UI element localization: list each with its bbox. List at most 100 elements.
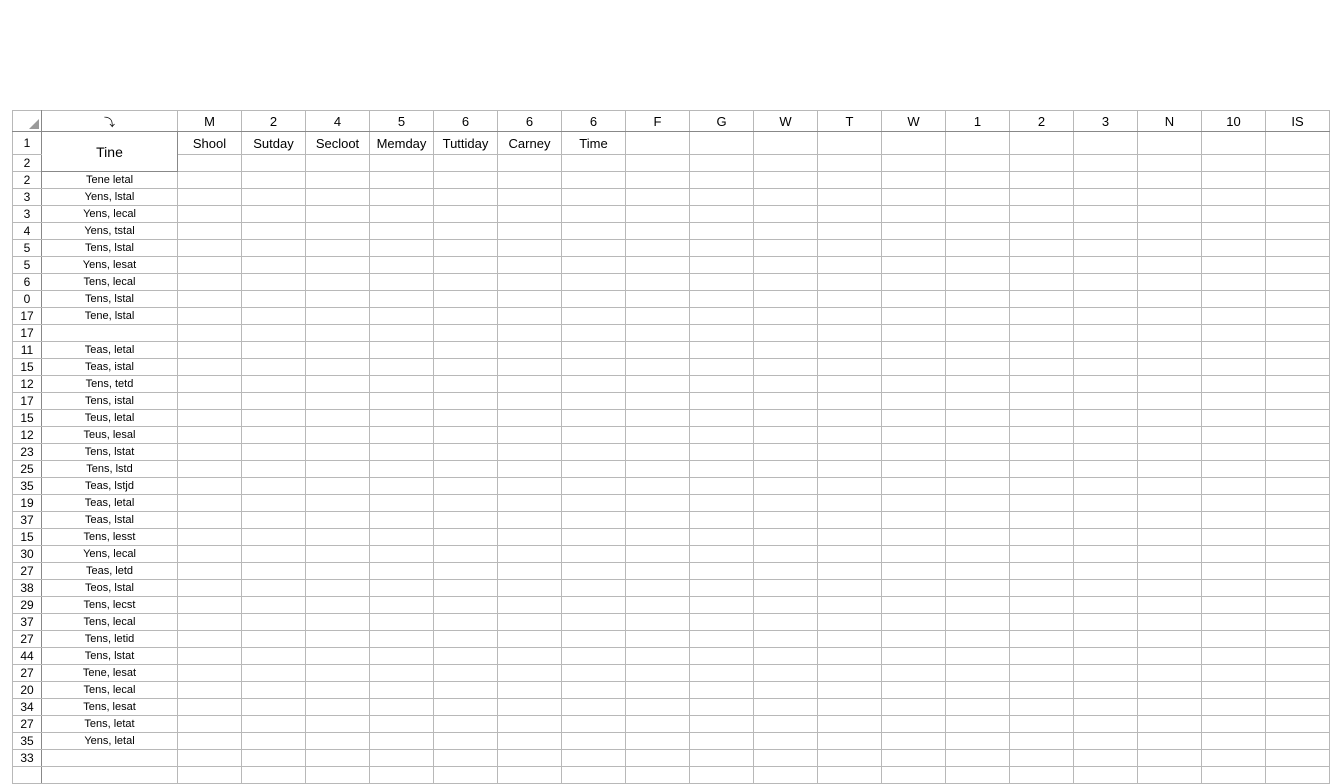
cell[interactable] <box>1202 512 1266 529</box>
cell[interactable] <box>1010 529 1074 546</box>
cell[interactable] <box>1138 563 1202 580</box>
cell[interactable] <box>306 767 370 784</box>
cell[interactable] <box>882 274 946 291</box>
cell[interactable] <box>1266 563 1330 580</box>
cell[interactable] <box>690 257 754 274</box>
cell[interactable] <box>946 580 1010 597</box>
cell[interactable] <box>178 359 242 376</box>
cell[interactable] <box>818 189 882 206</box>
table-row[interactable]: 12Teus, lesal <box>13 427 1330 444</box>
cell[interactable] <box>562 240 626 257</box>
cell[interactable] <box>434 546 498 563</box>
cell[interactable] <box>690 274 754 291</box>
table-row[interactable]: 15Teus, letal <box>13 410 1330 427</box>
cell[interactable] <box>1074 614 1138 631</box>
cell[interactable] <box>178 682 242 699</box>
cell[interactable] <box>498 682 562 699</box>
cell[interactable] <box>370 189 434 206</box>
cell[interactable] <box>1010 427 1074 444</box>
cell[interactable] <box>1266 478 1330 495</box>
cell[interactable] <box>306 682 370 699</box>
cell[interactable] <box>562 291 626 308</box>
cell[interactable] <box>1010 291 1074 308</box>
cell[interactable] <box>242 580 306 597</box>
row-label[interactable]: Tens, lecst <box>42 597 178 614</box>
cell[interactable] <box>498 359 562 376</box>
subheader-cell[interactable] <box>626 132 690 155</box>
cell[interactable] <box>690 648 754 665</box>
cell[interactable] <box>818 682 882 699</box>
cell[interactable] <box>1202 580 1266 597</box>
cell[interactable] <box>498 393 562 410</box>
table-row[interactable]: 15Tens, lesst <box>13 529 1330 546</box>
cell[interactable] <box>690 682 754 699</box>
cell[interactable] <box>434 172 498 189</box>
cell[interactable] <box>690 495 754 512</box>
cell[interactable] <box>1138 750 1202 767</box>
cell[interactable] <box>306 308 370 325</box>
cell[interactable] <box>562 410 626 427</box>
cell[interactable] <box>882 325 946 342</box>
cell[interactable] <box>818 359 882 376</box>
cell[interactable] <box>1266 444 1330 461</box>
cell[interactable] <box>434 206 498 223</box>
cell[interactable] <box>818 699 882 716</box>
table-row[interactable]: 20Tens, lecal <box>13 682 1330 699</box>
table-row[interactable]: 17Tene, lstal <box>13 308 1330 325</box>
row-label[interactable]: Tens, lesst <box>42 529 178 546</box>
row-label[interactable]: Tens, lstat <box>42 648 178 665</box>
cell[interactable] <box>306 393 370 410</box>
cell[interactable] <box>882 257 946 274</box>
cell[interactable] <box>370 223 434 240</box>
cell[interactable] <box>306 359 370 376</box>
row-label[interactable]: Tene, lstal <box>42 308 178 325</box>
cell[interactable] <box>882 665 946 682</box>
table-row[interactable]: 5Tens, lstal <box>13 240 1330 257</box>
cell[interactable] <box>178 478 242 495</box>
cell[interactable] <box>1074 733 1138 750</box>
cell[interactable] <box>306 580 370 597</box>
row-label[interactable]: Tens, letid <box>42 631 178 648</box>
cell[interactable] <box>178 580 242 597</box>
column-header[interactable]: W <box>882 111 946 132</box>
cell[interactable] <box>1138 580 1202 597</box>
cell[interactable] <box>1074 699 1138 716</box>
cell[interactable] <box>882 172 946 189</box>
cell[interactable] <box>242 512 306 529</box>
subheader-cell[interactable] <box>882 132 946 155</box>
table-row[interactable]: 33 <box>13 750 1330 767</box>
table-row[interactable]: 23Tens, lstat <box>13 444 1330 461</box>
cell[interactable] <box>370 172 434 189</box>
cell[interactable] <box>178 427 242 444</box>
cell[interactable] <box>370 410 434 427</box>
cell[interactable] <box>370 597 434 614</box>
cell[interactable] <box>498 223 562 240</box>
cell[interactable] <box>562 376 626 393</box>
cell[interactable] <box>434 189 498 206</box>
cell[interactable] <box>242 274 306 291</box>
cell[interactable] <box>690 767 754 784</box>
cell[interactable] <box>754 461 818 478</box>
row-number[interactable]: 17 <box>13 325 42 342</box>
column-header[interactable]: ⤵ <box>42 111 178 132</box>
cell[interactable] <box>1074 546 1138 563</box>
cell[interactable] <box>1010 223 1074 240</box>
cell[interactable] <box>882 291 946 308</box>
cell[interactable] <box>1074 240 1138 257</box>
cell[interactable] <box>1266 274 1330 291</box>
cell[interactable] <box>242 308 306 325</box>
cell[interactable] <box>242 444 306 461</box>
cell[interactable] <box>1010 240 1074 257</box>
cell[interactable] <box>1074 155 1138 172</box>
cell[interactable] <box>1266 291 1330 308</box>
row-label[interactable] <box>42 750 178 767</box>
cell[interactable] <box>498 529 562 546</box>
cell[interactable] <box>754 580 818 597</box>
row-number[interactable]: 19 <box>13 495 42 512</box>
cell[interactable] <box>1138 359 1202 376</box>
row-number[interactable]: 3 <box>13 206 42 223</box>
cell[interactable] <box>882 546 946 563</box>
cell[interactable] <box>1266 529 1330 546</box>
cell[interactable] <box>306 172 370 189</box>
cell[interactable] <box>242 257 306 274</box>
